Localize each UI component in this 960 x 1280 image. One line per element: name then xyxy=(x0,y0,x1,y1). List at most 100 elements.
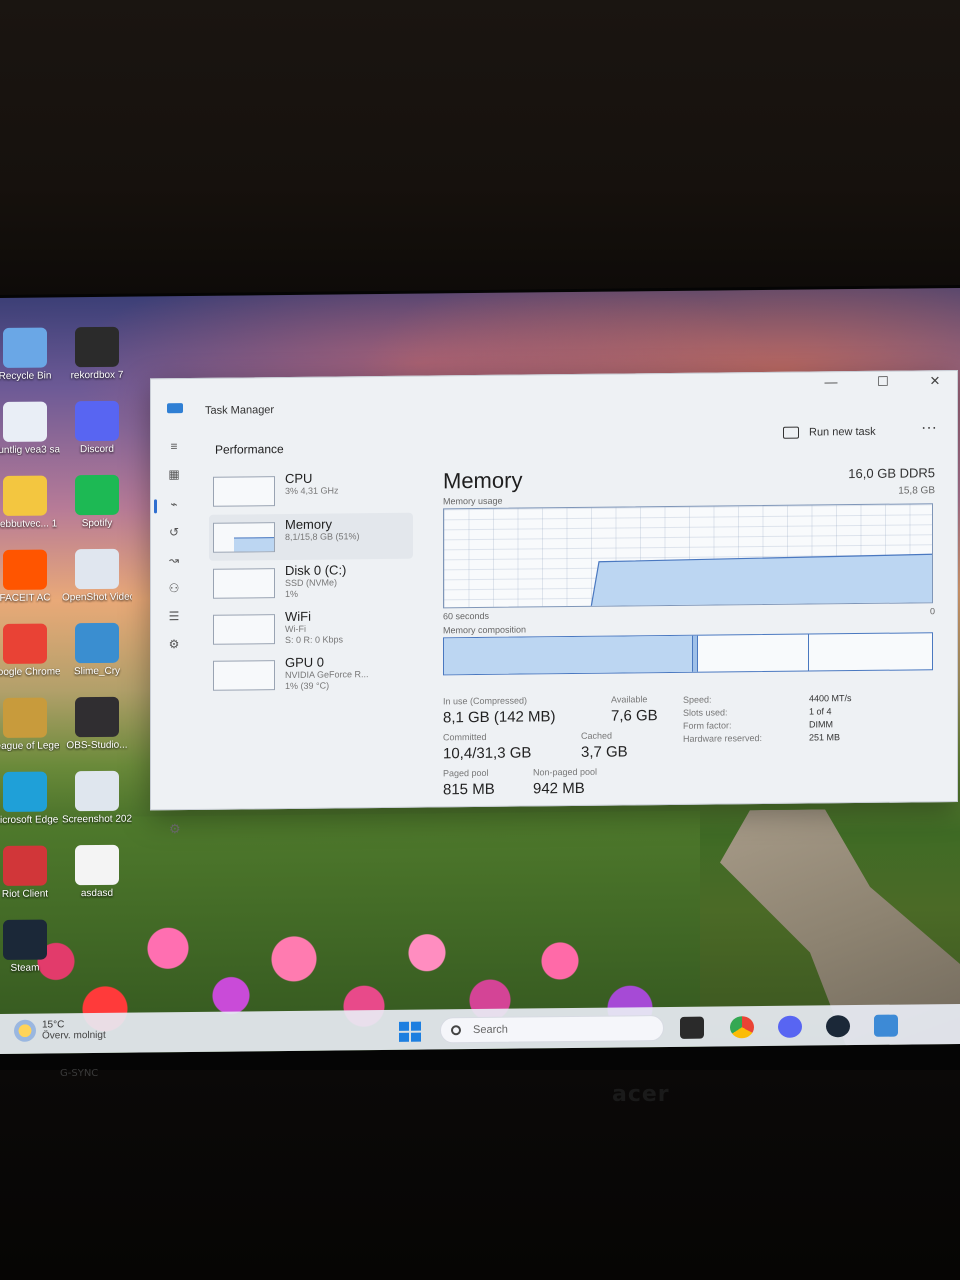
nav-rail: ≡ ▦ ⌁ ↺ ↝ ⚇ ☰ ⚙ ⚙ xyxy=(151,419,197,836)
more-options-icon[interactable]: ··· xyxy=(921,419,937,437)
memory-spec: 16,0 GB DDR5 xyxy=(848,465,935,482)
stat-available-label: Available xyxy=(611,694,648,705)
resource-name: Memory xyxy=(285,516,332,533)
resource-item[interactable]: CPU 3% 4,31 GHz xyxy=(209,467,413,515)
memory-usage-svg xyxy=(590,553,933,609)
chrome-icon xyxy=(3,623,47,664)
resource-detail: 8,1/15,8 GB (51%) xyxy=(285,531,360,543)
task-manager-taskbar-icon[interactable] xyxy=(874,1014,898,1037)
composition-standby-divider xyxy=(808,634,809,671)
steam-icon xyxy=(3,919,47,960)
desktop-shortcut[interactable]: Steam xyxy=(0,919,60,974)
resource-item[interactable]: Memory 8,1/15,8 GB (51%) xyxy=(209,512,413,561)
desktop-shortcut[interactable]: rekordbox 7 xyxy=(62,326,132,382)
desktop-shortcut-label: Discord xyxy=(80,443,114,456)
steam-taskbar-icon[interactable] xyxy=(826,1015,850,1038)
nav-selection-indicator xyxy=(154,499,157,514)
resource-detail: 1% xyxy=(285,588,299,600)
weather-temp: 15°C xyxy=(42,1019,65,1031)
maximize-button[interactable]: ☐ xyxy=(869,374,897,394)
desktop-shortcut[interactable]: Spotify xyxy=(62,474,132,530)
taskbar-search[interactable]: Search xyxy=(440,1015,664,1044)
desktop-shortcut-label: OpenShot Video Editor xyxy=(62,591,132,604)
minimize-button[interactable]: — xyxy=(817,374,845,394)
resource-thumbnail-graph xyxy=(213,614,275,645)
discord-taskbar-icon[interactable] xyxy=(778,1015,802,1038)
spotify-icon xyxy=(75,474,119,516)
memory-composition-bar xyxy=(443,632,933,676)
chrome-taskbar-icon[interactable] xyxy=(730,1016,754,1039)
desktop-shortcut[interactable]: Slime_Cry xyxy=(62,622,132,678)
property-key: Slots used: xyxy=(683,707,728,718)
stat-committed: Committed 10,4/31,3 GB xyxy=(443,731,531,762)
desktop-shortcut[interactable]: Riot Client xyxy=(0,845,60,900)
hamburger-menu-icon[interactable]: ≡ xyxy=(165,439,183,453)
page-title: Performance xyxy=(215,442,284,457)
stat-paged-label: Paged pool xyxy=(443,767,489,779)
task-view-icon[interactable] xyxy=(680,1016,704,1039)
startup-apps-icon[interactable]: ↝ xyxy=(165,553,183,567)
search-placeholder: Search xyxy=(473,1023,508,1037)
desktop-shortcut[interactable]: FACEIT AC xyxy=(0,549,60,604)
memory-usage-area xyxy=(590,553,933,609)
property-value: 4400 MT/s xyxy=(809,693,852,704)
resource-item[interactable]: GPU 0 NVIDIA GeForce R... 1% (39 °C) xyxy=(209,651,413,699)
task-manager-window[interactable]: Task Manager — ☐ ✕ ≡ ▦ ⌁ ↺ ↝ ⚇ ☰ ⚙ ⚙ Per… xyxy=(150,369,958,836)
property-key: Form factor: xyxy=(683,720,732,731)
weather-widget[interactable]: 15°C Överv. molnigt xyxy=(14,1019,106,1042)
stat-available: Available 7,6 GB xyxy=(611,694,658,724)
resource-name: CPU xyxy=(285,470,313,487)
screen: Recycle Bin rekordbox 7 Muntlig vea3 sam..… xyxy=(0,287,960,1054)
resource-thumbnail-graph xyxy=(213,476,275,507)
details-icon[interactable]: ☰ xyxy=(165,609,183,623)
recycle-bin-icon xyxy=(3,327,47,368)
stat-paged-pool: Paged pool 815 MB xyxy=(443,767,495,799)
users-icon[interactable]: ⚇ xyxy=(165,581,183,595)
resource-name: GPU 0 xyxy=(285,654,325,671)
property-key: Hardware reserved: xyxy=(683,733,763,744)
resource-thumbnail-graph xyxy=(213,568,275,599)
resource-item[interactable]: WiFi Wi-Fi S: 0 R: 0 Kbps xyxy=(209,605,413,653)
desktop-shortcut[interactable]: webbutvec... 1 xyxy=(0,475,60,530)
discord-icon xyxy=(75,400,119,442)
processes-icon[interactable]: ▦ xyxy=(165,467,183,481)
desktop-shortcut-label: asdasd xyxy=(80,887,114,900)
desktop-shortcut-label: Microsoft Edge xyxy=(0,814,59,827)
desktop-shortcut[interactable]: Muntlig vea3 sam... xyxy=(0,401,60,456)
desktop-shortcut-label: Slime_Cry xyxy=(73,665,121,678)
desktop-shortcut[interactable]: Recycle Bin xyxy=(0,327,60,382)
header: Performance Run new task ··· xyxy=(203,411,953,459)
desktop-shortcut-label: Google Chrome xyxy=(0,666,60,679)
app-history-icon[interactable]: ↺ xyxy=(165,525,183,539)
document-icon xyxy=(3,401,47,442)
desktop-shortcut[interactable]: League of Legends xyxy=(0,697,60,752)
desktop-shortcut[interactable]: Microsoft Edge xyxy=(0,771,60,826)
desktop-shortcut[interactable]: Google Chrome xyxy=(0,623,60,678)
resource-item[interactable]: Disk 0 (C:) SSD (NVMe) 1% xyxy=(209,559,413,607)
desktop-shortcut-label: rekordbox 7 xyxy=(70,369,124,382)
desktop-shortcut[interactable]: Screenshot 2026-06-... xyxy=(62,770,132,825)
desktop-shortcut[interactable]: OBS-Studio... xyxy=(62,696,132,752)
memory-detail-pane: Memory 16,0 GB DDR5 15,8 GB Memory usage… xyxy=(443,463,935,798)
stat-cached-value: 3,7 GB xyxy=(581,743,628,761)
settings-gear-icon[interactable]: ⚙ xyxy=(169,821,181,837)
performance-icon[interactable]: ⌁ xyxy=(165,497,183,511)
stat-in-use-value: 8,1 GB (142 MB) xyxy=(443,708,556,727)
window-title: Task Manager xyxy=(205,404,275,417)
faceit-icon xyxy=(3,549,47,590)
desktop-shortcut-label: Muntlig vea3 sam... xyxy=(0,444,60,457)
windows-start-icon[interactable] xyxy=(399,1021,421,1042)
league-icon xyxy=(3,697,47,738)
desktop-shortcut[interactable]: asdasd xyxy=(62,844,132,900)
desktop-shortcut[interactable]: Discord xyxy=(62,400,132,456)
services-icon[interactable]: ⚙ xyxy=(165,637,183,651)
memory-properties: Speed: 4400 MT/s Slots used: 1 of 4 Form fac… xyxy=(683,691,935,746)
run-new-task-button[interactable]: Run new task xyxy=(783,426,876,439)
close-button[interactable]: ✕ xyxy=(921,373,949,393)
rekordbox-icon xyxy=(75,326,119,368)
stat-paged-value: 815 MB xyxy=(443,780,495,799)
resource-thumbnail-graph xyxy=(213,522,275,553)
desktop-shortcut[interactable]: OpenShot Video Editor xyxy=(62,548,132,604)
stat-cached-label: Cached xyxy=(581,730,613,741)
memory-max-label: 15,8 GB xyxy=(898,485,935,497)
